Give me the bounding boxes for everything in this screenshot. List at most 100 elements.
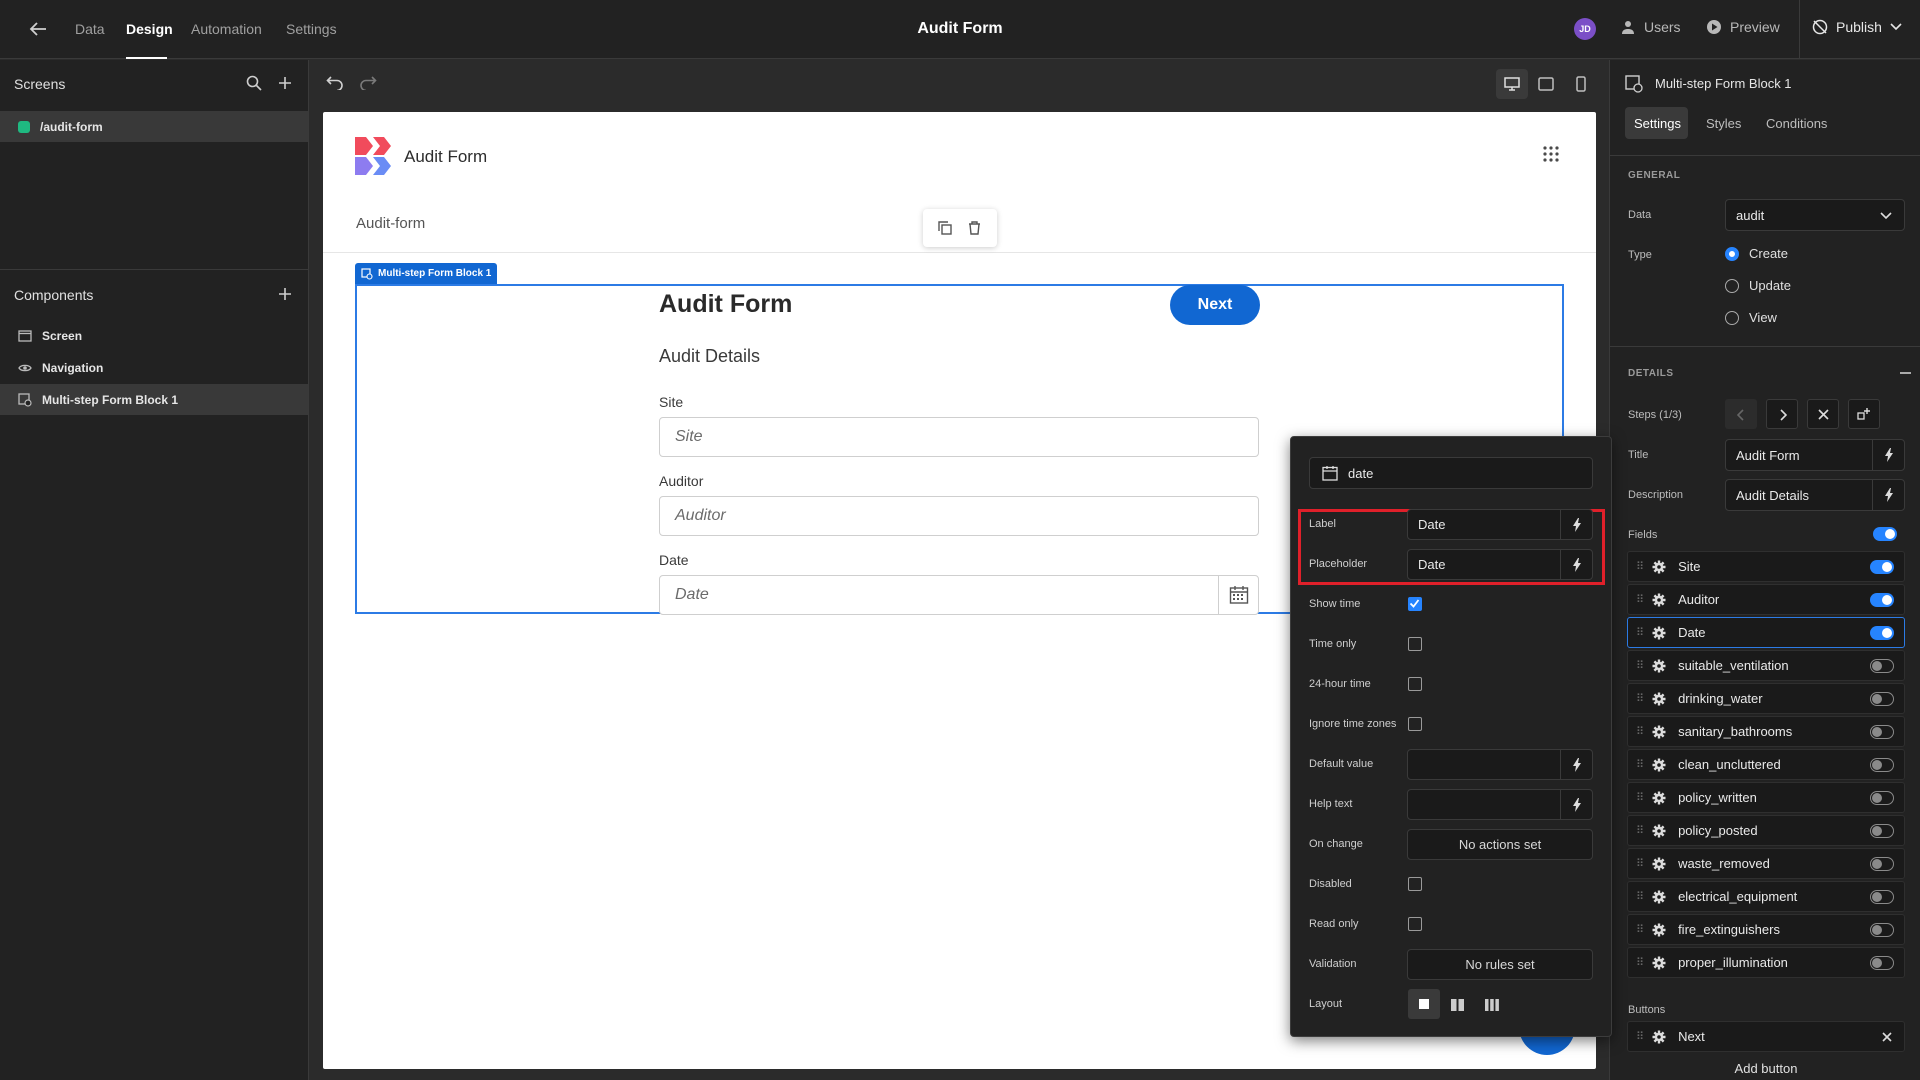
disabled-checkbox[interactable] (1408, 877, 1422, 891)
placeholder-input[interactable]: Date (1407, 549, 1593, 580)
type-view-radio[interactable]: View (1725, 310, 1777, 325)
ignore-tz-checkbox[interactable] (1408, 717, 1422, 731)
field-row[interactable]: ⠿ Date (1627, 617, 1905, 648)
add-component-icon[interactable] (277, 286, 293, 302)
field-row[interactable]: ⠿ policy_posted (1627, 815, 1905, 846)
type-create-radio[interactable]: Create (1725, 246, 1788, 261)
gear-icon[interactable] (1652, 725, 1666, 739)
field-visibility-toggle[interactable] (1870, 857, 1894, 871)
component-item-screen[interactable]: Screen (0, 320, 308, 351)
field-row[interactable]: ⠿ suitable_ventilation (1627, 650, 1905, 681)
bolt-icon[interactable] (1560, 750, 1592, 779)
field-row[interactable]: ⠿ electrical_equipment (1627, 881, 1905, 912)
gear-icon[interactable] (1652, 659, 1666, 673)
drag-handle-icon[interactable]: ⠿ (1636, 791, 1644, 804)
data-select[interactable]: audit (1725, 199, 1905, 231)
trash-icon[interactable] (968, 221, 981, 235)
default-value-input[interactable] (1407, 749, 1593, 780)
drag-handle-icon[interactable]: ⠿ (1636, 626, 1644, 639)
date-input[interactable]: Date (659, 575, 1259, 615)
layout-double-icon[interactable] (1451, 999, 1464, 1011)
users-button[interactable]: Users (1620, 19, 1681, 35)
field-row[interactable]: ⠿ policy_written (1627, 782, 1905, 813)
gear-icon[interactable] (1652, 1030, 1666, 1044)
field-row[interactable]: ⠿ sanitary_bathrooms (1627, 716, 1905, 747)
mobile-icon[interactable] (1575, 76, 1587, 92)
time-only-checkbox[interactable] (1408, 637, 1422, 651)
drag-handle-icon[interactable]: ⠿ (1636, 890, 1644, 903)
gear-icon[interactable] (1652, 890, 1666, 904)
step-add-button[interactable] (1848, 399, 1880, 429)
publish-button[interactable]: Publish (1812, 19, 1902, 35)
gear-icon[interactable] (1652, 824, 1666, 838)
desktop-view-button[interactable] (1496, 69, 1528, 99)
field-visibility-toggle[interactable] (1870, 824, 1894, 838)
tab-design[interactable]: Design (126, 21, 173, 37)
gear-icon[interactable] (1652, 560, 1666, 574)
component-item-navigation[interactable]: Navigation (0, 352, 308, 383)
tab-conditions[interactable]: Conditions (1766, 116, 1827, 131)
title-input[interactable]: Audit Form (1725, 439, 1905, 471)
step-remove-button[interactable] (1807, 399, 1839, 429)
drag-handle-icon[interactable]: ⠿ (1636, 1030, 1644, 1043)
field-visibility-toggle[interactable] (1870, 626, 1894, 640)
type-update-radio[interactable]: Update (1725, 278, 1791, 293)
validation-button[interactable]: No rules set (1407, 949, 1593, 980)
drag-handle-icon[interactable]: ⠿ (1636, 956, 1644, 969)
field-row[interactable]: ⠿ Site (1627, 551, 1905, 582)
field-visibility-toggle[interactable] (1870, 758, 1894, 772)
bolt-icon[interactable] (1560, 790, 1592, 819)
field-row[interactable]: ⠿ drinking_water (1627, 683, 1905, 714)
component-item-multistep-form[interactable]: Multi-step Form Block 1 (0, 384, 308, 415)
bolt-icon[interactable] (1872, 480, 1904, 510)
auditor-input[interactable]: Auditor (659, 496, 1259, 536)
drag-handle-icon[interactable]: ⠿ (1636, 857, 1644, 870)
gear-icon[interactable] (1652, 857, 1666, 871)
site-input[interactable]: Site (659, 417, 1259, 457)
drag-handle-icon[interactable]: ⠿ (1636, 725, 1644, 738)
step-next-button[interactable] (1766, 399, 1798, 429)
preview-button[interactable]: Preview (1706, 19, 1780, 35)
tab-styles[interactable]: Styles (1706, 116, 1741, 131)
field-visibility-toggle[interactable] (1870, 692, 1894, 706)
field-visibility-toggle[interactable] (1870, 923, 1894, 937)
undo-icon[interactable] (326, 74, 344, 90)
close-icon[interactable] (1882, 1032, 1892, 1042)
field-row[interactable]: ⠿ proper_illumination (1627, 947, 1905, 978)
hour24-checkbox[interactable] (1408, 677, 1422, 691)
bolt-icon[interactable] (1560, 510, 1592, 539)
field-row[interactable]: ⠿ clean_uncluttered (1627, 749, 1905, 780)
next-button[interactable]: Next (1170, 285, 1260, 325)
show-time-checkbox[interactable] (1408, 597, 1422, 611)
gear-icon[interactable] (1652, 692, 1666, 706)
field-row[interactable]: ⠿ waste_removed (1627, 848, 1905, 879)
drag-handle-icon[interactable]: ⠿ (1636, 593, 1644, 606)
field-visibility-toggle[interactable] (1870, 725, 1894, 739)
gear-icon[interactable] (1652, 593, 1666, 607)
tab-settings[interactable]: Settings (286, 21, 337, 37)
drag-handle-icon[interactable]: ⠿ (1636, 758, 1644, 771)
back-arrow-icon[interactable] (28, 20, 48, 38)
description-input[interactable]: Audit Details (1725, 479, 1905, 511)
label-input[interactable]: Date (1407, 509, 1593, 540)
search-icon[interactable] (246, 75, 262, 91)
field-row[interactable]: ⠿ fire_extinguishers (1627, 914, 1905, 945)
avatar[interactable]: JD (1574, 18, 1596, 40)
help-text-input[interactable] (1407, 789, 1593, 820)
on-change-button[interactable]: No actions set (1407, 829, 1593, 860)
selected-block-tag[interactable]: Multi-step Form Block 1 (355, 263, 498, 284)
add-screen-icon[interactable] (277, 75, 293, 91)
gear-icon[interactable] (1652, 956, 1666, 970)
bolt-icon[interactable] (1872, 440, 1904, 470)
drag-handle-icon[interactable]: ⠿ (1636, 692, 1644, 705)
drag-handle-icon[interactable]: ⠿ (1636, 923, 1644, 936)
screen-item-audit-form[interactable]: /audit-form (0, 111, 308, 142)
gear-icon[interactable] (1652, 923, 1666, 937)
field-visibility-toggle[interactable] (1870, 560, 1894, 574)
tab-settings[interactable]: Settings (1634, 116, 1681, 131)
field-visibility-toggle[interactable] (1870, 659, 1894, 673)
tablet-icon[interactable] (1538, 77, 1554, 91)
field-visibility-toggle[interactable] (1870, 890, 1894, 904)
field-visibility-toggle[interactable] (1870, 593, 1894, 607)
step-prev-button[interactable] (1725, 399, 1757, 429)
